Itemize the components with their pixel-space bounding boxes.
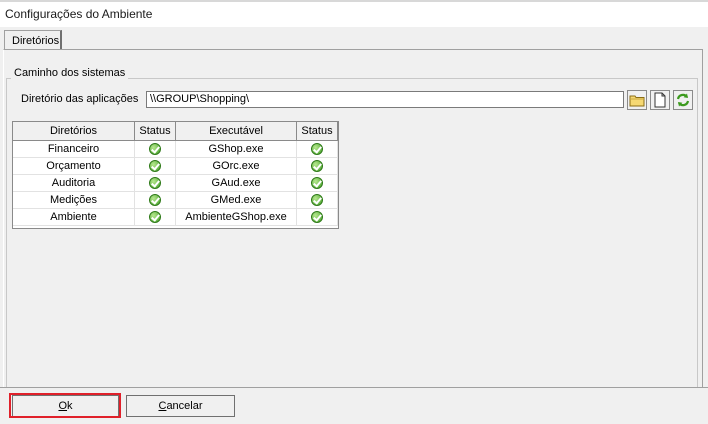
ok-check-icon bbox=[311, 194, 323, 207]
ok-check-icon bbox=[311, 177, 323, 190]
cancel-button[interactable]: Cancelar bbox=[126, 395, 235, 417]
cell-directory: Orçamento bbox=[13, 157, 135, 175]
table-row[interactable]: Medições GMed.exe bbox=[13, 191, 338, 209]
table-row[interactable]: Ambiente AmbienteGShop.exe bbox=[13, 208, 338, 226]
cell-directory: Medições bbox=[13, 191, 135, 209]
title-top-border bbox=[0, 0, 708, 2]
cell-directory-status bbox=[134, 174, 176, 192]
ok-check-icon bbox=[149, 143, 161, 156]
cell-executable: GShop.exe bbox=[175, 140, 297, 158]
window-title: Configurações do Ambiente bbox=[5, 7, 153, 21]
table-row[interactable]: Orçamento GOrc.exe bbox=[13, 157, 338, 175]
cell-directory: Financeiro bbox=[13, 140, 135, 158]
new-document-button[interactable] bbox=[650, 90, 670, 110]
cell-executable: GOrc.exe bbox=[175, 157, 297, 175]
ok-button-highlight bbox=[9, 393, 121, 418]
table-row[interactable]: Auditoria GAud.exe bbox=[13, 174, 338, 192]
table-body: Financeiro GShop.exe Orçamento GOrc.exe Audi… bbox=[13, 140, 338, 226]
cell-executable-status bbox=[296, 157, 338, 175]
applications-directory-input[interactable]: \\GROUP\Shopping\ bbox=[146, 91, 624, 108]
col-header-exe-status[interactable]: Status bbox=[296, 122, 338, 141]
tab-diretorios[interactable]: Diretórios bbox=[4, 30, 62, 50]
dialog-body: Diretórios Caminho dos sistemas Diretóri… bbox=[0, 27, 708, 424]
cell-executable: GMed.exe bbox=[175, 191, 297, 209]
title-bar: Configurações do Ambiente bbox=[0, 0, 708, 27]
cell-executable-status bbox=[296, 174, 338, 192]
tab-diretorios-label: Diretórios bbox=[12, 35, 60, 47]
systems-table: Diretórios Status Executável Status Fina… bbox=[13, 122, 338, 226]
cell-executable: GAud.exe bbox=[175, 174, 297, 192]
cell-executable-status bbox=[296, 140, 338, 158]
cell-directory: Ambiente bbox=[13, 208, 135, 226]
browse-folder-button[interactable] bbox=[627, 90, 647, 110]
ok-check-icon bbox=[311, 160, 323, 173]
folder-icon bbox=[629, 95, 645, 107]
systems-grid[interactable]: Diretórios Status Executável Status Fina… bbox=[12, 121, 339, 229]
cell-directory: Auditoria bbox=[13, 174, 135, 192]
ok-check-icon bbox=[149, 211, 161, 224]
table-header-row: Diretórios Status Executável Status bbox=[13, 122, 338, 141]
ok-check-icon bbox=[311, 143, 323, 156]
col-header-executavel[interactable]: Executável bbox=[175, 122, 297, 141]
applications-directory-label: Diretório das aplicações bbox=[21, 93, 139, 105]
cancel-button-label: ancelar bbox=[166, 400, 203, 412]
col-header-status[interactable]: Status bbox=[134, 122, 176, 141]
cell-directory-status bbox=[134, 191, 176, 209]
table-row[interactable]: Financeiro GShop.exe bbox=[13, 140, 338, 158]
cell-directory-status bbox=[134, 157, 176, 175]
ok-check-icon bbox=[311, 211, 323, 224]
cell-executable-status bbox=[296, 191, 338, 209]
cell-executable: AmbienteGShop.exe bbox=[175, 208, 297, 226]
ok-check-icon bbox=[149, 160, 161, 173]
col-header-diretorios[interactable]: Diretórios bbox=[13, 122, 135, 141]
document-icon bbox=[654, 92, 666, 108]
ok-check-icon bbox=[149, 194, 161, 207]
ok-check-icon bbox=[149, 177, 161, 190]
refresh-button[interactable] bbox=[673, 90, 693, 110]
refresh-icon bbox=[676, 93, 690, 107]
cell-executable-status bbox=[296, 208, 338, 226]
systems-path-group-label: Caminho dos sistemas bbox=[11, 67, 129, 79]
cell-directory-status bbox=[134, 208, 176, 226]
cell-directory-status bbox=[134, 140, 176, 158]
